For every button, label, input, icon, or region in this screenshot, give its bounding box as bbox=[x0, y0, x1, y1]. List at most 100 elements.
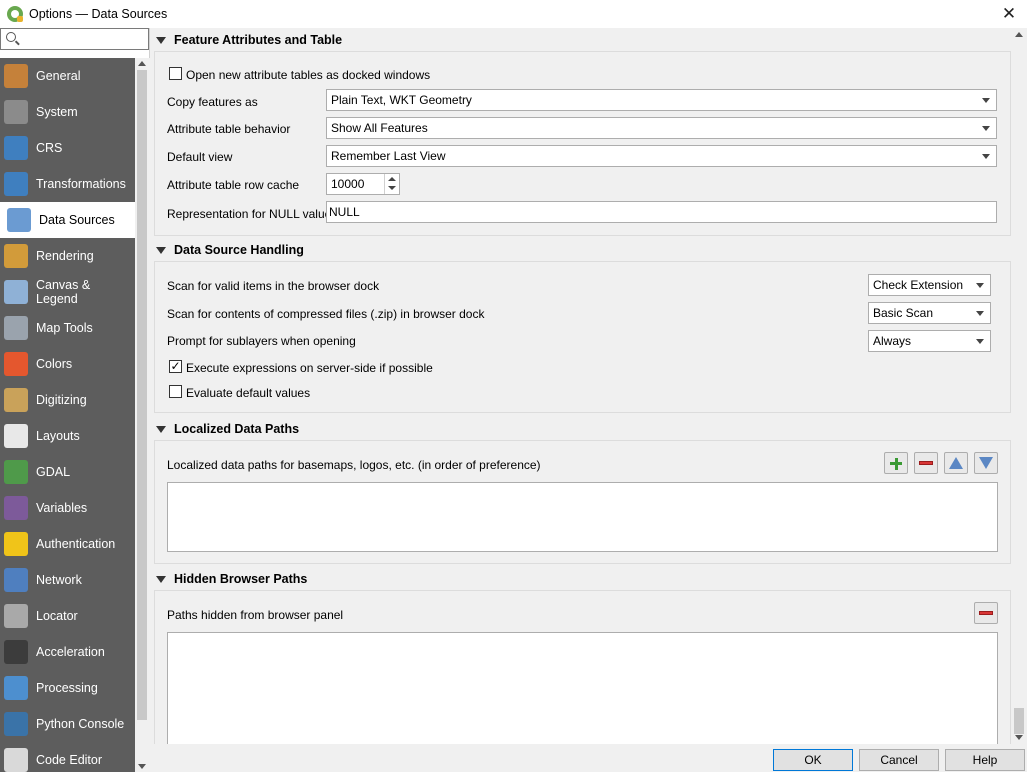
locator-icon bbox=[4, 604, 28, 628]
sidebar-item[interactable]: Variables bbox=[0, 490, 135, 526]
collapse-arrow-icon[interactable] bbox=[156, 425, 166, 433]
scroll-down-arrow-icon[interactable] bbox=[1015, 735, 1023, 740]
scroll-up-arrow-icon[interactable] bbox=[1015, 32, 1023, 37]
null-repr-input[interactable]: NULL bbox=[326, 201, 997, 223]
table-behavior-combo[interactable]: Show All Features bbox=[326, 117, 997, 139]
move-up-button[interactable] bbox=[944, 452, 968, 474]
remove-hidden-path-button[interactable] bbox=[974, 602, 998, 624]
table-behavior-value: Show All Features bbox=[331, 121, 428, 135]
processing-icon bbox=[4, 676, 28, 700]
scan-zip-label: Scan for contents of compressed files (.… bbox=[167, 307, 485, 321]
localized-paths-list[interactable] bbox=[167, 482, 998, 552]
search-input[interactable] bbox=[21, 30, 141, 48]
sidebar-item[interactable]: Code Editor bbox=[0, 742, 135, 772]
collapse-arrow-icon[interactable] bbox=[156, 575, 166, 583]
sidebar-item-label: Layouts bbox=[36, 429, 80, 443]
sidebar-item-label: Rendering bbox=[36, 249, 94, 263]
sidebar-item[interactable]: Colors bbox=[0, 346, 135, 382]
sidebar-item[interactable]: Authentication bbox=[0, 526, 135, 562]
sidebar-item[interactable]: Digitizing bbox=[0, 382, 135, 418]
sidebar-item[interactable]: Canvas & Legend bbox=[0, 274, 135, 310]
sidebar-scrollbar[interactable] bbox=[135, 58, 150, 772]
sidebar-item[interactable]: Layouts bbox=[0, 418, 135, 454]
sidebar-item[interactable]: Python Console bbox=[0, 706, 135, 742]
feature-attributes-panel: Open new attribute tables as docked wind… bbox=[154, 51, 1011, 236]
prompt-sublayers-combo[interactable]: Always bbox=[868, 330, 991, 352]
sidebar-item[interactable]: General bbox=[0, 58, 135, 94]
sidebar-item[interactable]: Data Sources bbox=[0, 202, 135, 238]
sidebar-item-label: Authentication bbox=[36, 537, 116, 551]
copy-features-combo[interactable]: Plain Text, WKT Geometry bbox=[326, 89, 997, 111]
cancel-button[interactable]: Cancel bbox=[859, 749, 939, 771]
chevron-down-icon bbox=[982, 98, 990, 103]
sidebar-item[interactable]: GDAL bbox=[0, 454, 135, 490]
sidebar-item[interactable]: Processing bbox=[0, 670, 135, 706]
section-header-feature-attributes[interactable]: Feature Attributes and Table bbox=[153, 29, 1011, 51]
authentication-icon bbox=[4, 532, 28, 556]
scan-valid-label: Scan for valid items in the browser dock bbox=[167, 279, 380, 293]
server-side-checkbox[interactable]: ✓ bbox=[169, 360, 182, 373]
section-header-localized-paths[interactable]: Localized Data Paths bbox=[153, 418, 1011, 440]
search-box[interactable] bbox=[0, 28, 149, 50]
scroll-up-arrow-icon[interactable] bbox=[138, 61, 146, 66]
qgis-logo-icon bbox=[7, 6, 23, 22]
digitizing-icon bbox=[4, 388, 28, 412]
chevron-down-icon bbox=[976, 283, 984, 288]
localized-paths-label: Localized data paths for basemaps, logos… bbox=[167, 458, 541, 472]
sidebar-item[interactable]: CRS bbox=[0, 130, 135, 166]
main-scrollbar[interactable] bbox=[1011, 28, 1027, 744]
rendering-icon bbox=[4, 244, 28, 268]
canvas-legend-icon bbox=[4, 280, 28, 304]
minus-icon bbox=[919, 461, 933, 465]
sidebar-item-label: GDAL bbox=[36, 465, 71, 479]
section-header-hidden-paths[interactable]: Hidden Browser Paths bbox=[153, 568, 1011, 590]
scrollbar-thumb[interactable] bbox=[1014, 708, 1024, 734]
general-icon bbox=[4, 64, 28, 88]
sidebar-item[interactable]: System bbox=[0, 94, 135, 130]
spin-down-arrow-icon[interactable] bbox=[388, 186, 396, 190]
add-path-button[interactable] bbox=[884, 452, 908, 474]
row-cache-spinbox[interactable]: 10000 bbox=[326, 173, 400, 195]
transformations-icon bbox=[4, 172, 28, 196]
sidebar-item[interactable]: Map Tools bbox=[0, 310, 135, 346]
default-values-checkbox[interactable] bbox=[169, 385, 182, 398]
scrollbar-thumb[interactable] bbox=[137, 70, 147, 720]
map-tools-icon bbox=[4, 316, 28, 340]
section-header-data-source-handling[interactable]: Data Source Handling bbox=[153, 239, 1011, 261]
ok-button[interactable]: OK bbox=[773, 749, 853, 771]
default-view-label: Default view bbox=[167, 150, 233, 164]
default-values-label: Evaluate default values bbox=[186, 386, 311, 400]
row-cache-label: Attribute table row cache bbox=[167, 178, 300, 192]
sidebar-item-label: Network bbox=[36, 573, 82, 587]
sidebar-item[interactable]: Network bbox=[0, 562, 135, 598]
scan-zip-value: Basic Scan bbox=[873, 306, 934, 320]
scroll-down-arrow-icon[interactable] bbox=[138, 764, 146, 769]
spin-up-arrow-icon[interactable] bbox=[388, 177, 396, 181]
row-cache-value: 10000 bbox=[331, 177, 365, 191]
sidebar-item-label: Canvas & Legend bbox=[36, 278, 91, 306]
collapse-arrow-icon[interactable] bbox=[156, 36, 166, 44]
title-bar: Options — Data Sources ✕ bbox=[0, 0, 1027, 28]
sidebar-item-label: Locator bbox=[36, 609, 78, 623]
sidebar-item[interactable]: Rendering bbox=[0, 238, 135, 274]
sidebar-item[interactable]: Acceleration bbox=[0, 634, 135, 670]
hidden-paths-list[interactable] bbox=[167, 632, 998, 744]
collapse-arrow-icon[interactable] bbox=[156, 246, 166, 254]
gdal-icon bbox=[4, 460, 28, 484]
sidebar-item[interactable]: Locator bbox=[0, 598, 135, 634]
default-view-combo[interactable]: Remember Last View bbox=[326, 145, 997, 167]
sidebar-item-label: Acceleration bbox=[36, 645, 105, 659]
spin-buttons[interactable] bbox=[384, 174, 399, 194]
scan-valid-combo[interactable]: Check Extension bbox=[868, 274, 991, 296]
open-docked-checkbox[interactable] bbox=[169, 67, 182, 80]
move-down-button[interactable] bbox=[974, 452, 998, 474]
plus-icon-vertical bbox=[894, 457, 898, 470]
localized-paths-panel: Localized data paths for basemaps, logos… bbox=[154, 440, 1011, 564]
python-console-icon bbox=[4, 712, 28, 736]
scan-zip-combo[interactable]: Basic Scan bbox=[868, 302, 991, 324]
help-button[interactable]: Help bbox=[945, 749, 1025, 771]
table-behavior-label: Attribute table behavior bbox=[167, 122, 291, 136]
close-icon[interactable]: ✕ bbox=[999, 4, 1019, 24]
remove-path-button[interactable] bbox=[914, 452, 938, 474]
sidebar-item[interactable]: Transformations bbox=[0, 166, 135, 202]
